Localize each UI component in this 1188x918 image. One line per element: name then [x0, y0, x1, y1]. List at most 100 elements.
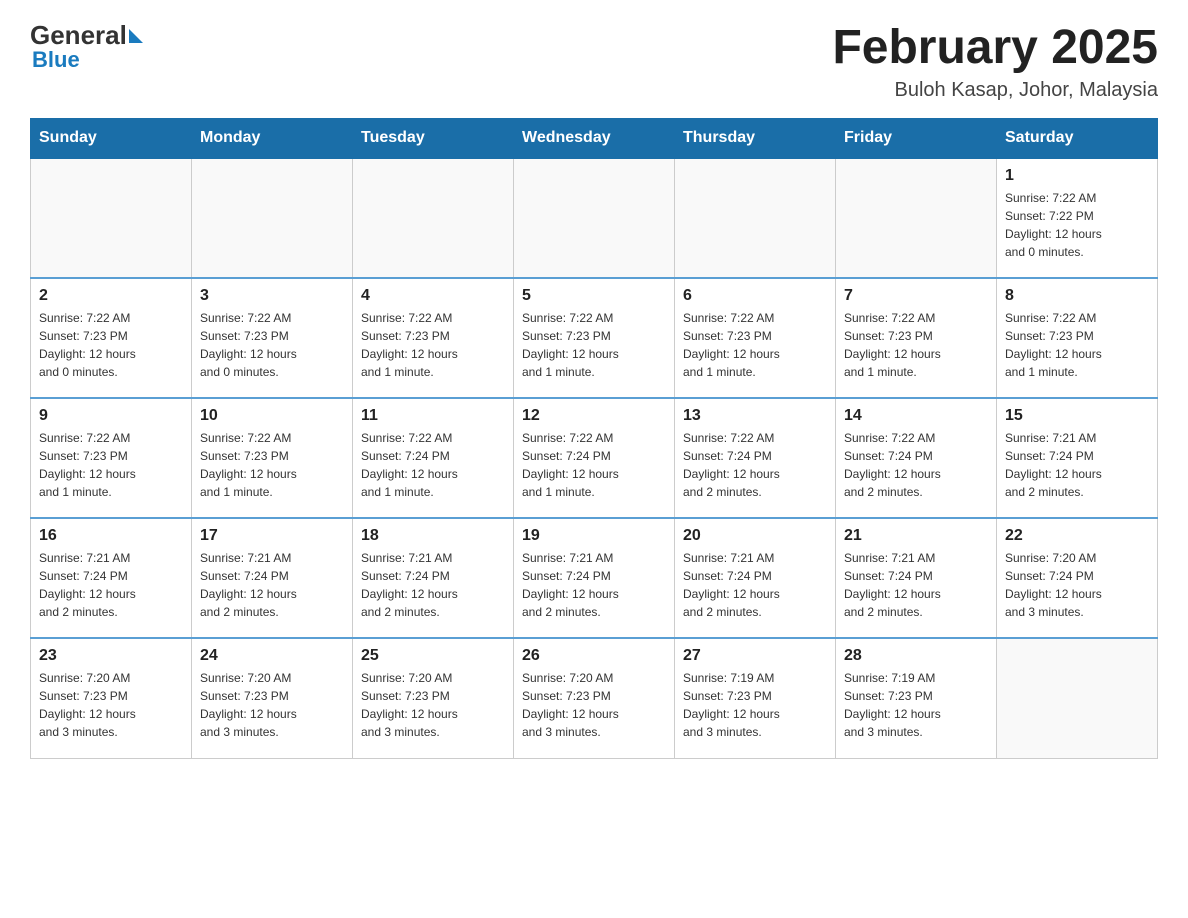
calendar-cell: 24 Sunrise: 7:20 AM Sunset: 7:23 PM Dayli… — [192, 638, 353, 758]
day-info: Sunrise: 7:21 AM Sunset: 7:24 PM Dayligh… — [844, 549, 988, 621]
day-number: 5 — [522, 287, 666, 305]
day-info: Sunrise: 7:21 AM Sunset: 7:24 PM Dayligh… — [361, 549, 505, 621]
calendar-cell: 28 Sunrise: 7:19 AM Sunset: 7:23 PM Dayli… — [836, 638, 997, 758]
day-number: 4 — [361, 287, 505, 305]
calendar-week-4: 16 Sunrise: 7:21 AM Sunset: 7:24 PM Dayli… — [31, 518, 1158, 638]
calendar-cell: 26 Sunrise: 7:20 AM Sunset: 7:23 PM Dayli… — [514, 638, 675, 758]
calendar-cell: 19 Sunrise: 7:21 AM Sunset: 7:24 PM Dayli… — [514, 518, 675, 638]
day-info: Sunrise: 7:22 AM Sunset: 7:23 PM Dayligh… — [200, 309, 344, 381]
day-info: Sunrise: 7:19 AM Sunset: 7:23 PM Dayligh… — [844, 669, 988, 741]
weekday-header-saturday: Saturday — [997, 119, 1158, 159]
day-number: 25 — [361, 647, 505, 665]
day-info: Sunrise: 7:22 AM Sunset: 7:23 PM Dayligh… — [39, 429, 183, 501]
day-number: 24 — [200, 647, 344, 665]
day-info: Sunrise: 7:20 AM Sunset: 7:23 PM Dayligh… — [39, 669, 183, 741]
day-info: Sunrise: 7:21 AM Sunset: 7:24 PM Dayligh… — [200, 549, 344, 621]
day-number: 9 — [39, 407, 183, 425]
calendar-cell — [31, 158, 192, 278]
day-number: 20 — [683, 527, 827, 545]
day-info: Sunrise: 7:22 AM Sunset: 7:23 PM Dayligh… — [683, 309, 827, 381]
day-info: Sunrise: 7:20 AM Sunset: 7:23 PM Dayligh… — [200, 669, 344, 741]
calendar-week-5: 23 Sunrise: 7:20 AM Sunset: 7:23 PM Dayli… — [31, 638, 1158, 758]
header: General Blue February 2025 Buloh Kasap, … — [30, 20, 1158, 102]
calendar-cell: 10Sunrise: 7:22 AM Sunset: 7:23 PM Dayli… — [192, 398, 353, 518]
day-info: Sunrise: 7:22 AM Sunset: 7:22 PM Dayligh… — [1005, 189, 1149, 261]
day-number: 22 — [1005, 527, 1149, 545]
calendar-cell: 1 Sunrise: 7:22 AM Sunset: 7:22 PM Daylig… — [997, 158, 1158, 278]
calendar-cell: 23 Sunrise: 7:20 AM Sunset: 7:23 PM Dayli… — [31, 638, 192, 758]
calendar-cell: 7Sunrise: 7:22 AM Sunset: 7:23 PM Daylig… — [836, 278, 997, 398]
logo-blue: Blue — [30, 47, 80, 73]
calendar-cell: 8Sunrise: 7:22 AM Sunset: 7:23 PM Daylig… — [997, 278, 1158, 398]
day-number: 12 — [522, 407, 666, 425]
day-number: 10 — [200, 407, 344, 425]
day-number: 28 — [844, 647, 988, 665]
day-number: 1 — [1005, 167, 1149, 185]
calendar-cell: 27 Sunrise: 7:19 AM Sunset: 7:23 PM Dayli… — [675, 638, 836, 758]
day-number: 11 — [361, 407, 505, 425]
title-area: February 2025 Buloh Kasap, Johor, Malays… — [832, 20, 1158, 102]
day-info: Sunrise: 7:21 AM Sunset: 7:24 PM Dayligh… — [522, 549, 666, 621]
calendar-week-1: 1 Sunrise: 7:22 AM Sunset: 7:22 PM Daylig… — [31, 158, 1158, 278]
calendar-subtitle: Buloh Kasap, Johor, Malaysia — [832, 79, 1158, 102]
day-info: Sunrise: 7:22 AM Sunset: 7:24 PM Dayligh… — [522, 429, 666, 501]
day-info: Sunrise: 7:19 AM Sunset: 7:23 PM Dayligh… — [683, 669, 827, 741]
weekday-header-monday: Monday — [192, 119, 353, 159]
calendar-cell: 14 Sunrise: 7:22 AM Sunset: 7:24 PM Dayli… — [836, 398, 997, 518]
calendar-cell: 21 Sunrise: 7:21 AM Sunset: 7:24 PM Dayli… — [836, 518, 997, 638]
calendar-table: SundayMondayTuesdayWednesdayThursdayFrid… — [30, 118, 1158, 759]
day-number: 17 — [200, 527, 344, 545]
calendar-cell: 15Sunrise: 7:21 AM Sunset: 7:24 PM Dayli… — [997, 398, 1158, 518]
calendar-cell — [997, 638, 1158, 758]
calendar-cell: 18 Sunrise: 7:21 AM Sunset: 7:24 PM Dayli… — [353, 518, 514, 638]
day-info: Sunrise: 7:22 AM Sunset: 7:24 PM Dayligh… — [683, 429, 827, 501]
day-info: Sunrise: 7:22 AM Sunset: 7:23 PM Dayligh… — [361, 309, 505, 381]
calendar-week-2: 2 Sunrise: 7:22 AM Sunset: 7:23 PM Daylig… — [31, 278, 1158, 398]
calendar-cell — [675, 158, 836, 278]
day-info: Sunrise: 7:20 AM Sunset: 7:23 PM Dayligh… — [361, 669, 505, 741]
calendar-cell: 3Sunrise: 7:22 AM Sunset: 7:23 PM Daylig… — [192, 278, 353, 398]
logo: General Blue — [30, 20, 145, 73]
day-number: 16 — [39, 527, 183, 545]
day-info: Sunrise: 7:21 AM Sunset: 7:24 PM Dayligh… — [1005, 429, 1149, 501]
calendar-cell: 22 Sunrise: 7:20 AM Sunset: 7:24 PM Dayli… — [997, 518, 1158, 638]
day-number: 19 — [522, 527, 666, 545]
weekday-header-thursday: Thursday — [675, 119, 836, 159]
day-info: Sunrise: 7:22 AM Sunset: 7:24 PM Dayligh… — [361, 429, 505, 501]
day-number: 13 — [683, 407, 827, 425]
day-info: Sunrise: 7:21 AM Sunset: 7:24 PM Dayligh… — [39, 549, 183, 621]
day-number: 14 — [844, 407, 988, 425]
day-info: Sunrise: 7:21 AM Sunset: 7:24 PM Dayligh… — [683, 549, 827, 621]
calendar-cell: 20 Sunrise: 7:21 AM Sunset: 7:24 PM Dayli… — [675, 518, 836, 638]
day-info: Sunrise: 7:22 AM Sunset: 7:24 PM Dayligh… — [844, 429, 988, 501]
calendar-cell: 13 Sunrise: 7:22 AM Sunset: 7:24 PM Dayli… — [675, 398, 836, 518]
weekday-header-wednesday: Wednesday — [514, 119, 675, 159]
calendar-cell: 2 Sunrise: 7:22 AM Sunset: 7:23 PM Daylig… — [31, 278, 192, 398]
calendar-cell — [192, 158, 353, 278]
day-number: 2 — [39, 287, 183, 305]
calendar-cell: 25 Sunrise: 7:20 AM Sunset: 7:23 PM Dayli… — [353, 638, 514, 758]
calendar-cell: 4 Sunrise: 7:22 AM Sunset: 7:23 PM Daylig… — [353, 278, 514, 398]
day-number: 21 — [844, 527, 988, 545]
day-info: Sunrise: 7:22 AM Sunset: 7:23 PM Dayligh… — [844, 309, 988, 381]
calendar-cell — [836, 158, 997, 278]
day-number: 18 — [361, 527, 505, 545]
day-info: Sunrise: 7:22 AM Sunset: 7:23 PM Dayligh… — [39, 309, 183, 381]
day-info: Sunrise: 7:20 AM Sunset: 7:23 PM Dayligh… — [522, 669, 666, 741]
weekday-header-tuesday: Tuesday — [353, 119, 514, 159]
calendar-cell — [353, 158, 514, 278]
day-number: 23 — [39, 647, 183, 665]
calendar-title: February 2025 — [832, 20, 1158, 75]
calendar-cell: 6 Sunrise: 7:22 AM Sunset: 7:23 PM Daylig… — [675, 278, 836, 398]
day-info: Sunrise: 7:22 AM Sunset: 7:23 PM Dayligh… — [522, 309, 666, 381]
weekday-header-row: SundayMondayTuesdayWednesdayThursdayFrid… — [31, 119, 1158, 159]
logo-triangle-icon — [129, 29, 143, 43]
weekday-header-sunday: Sunday — [31, 119, 192, 159]
day-number: 27 — [683, 647, 827, 665]
day-info: Sunrise: 7:20 AM Sunset: 7:24 PM Dayligh… — [1005, 549, 1149, 621]
day-number: 6 — [683, 287, 827, 305]
day-number: 8 — [1005, 287, 1149, 305]
day-number: 26 — [522, 647, 666, 665]
calendar-cell: 17 Sunrise: 7:21 AM Sunset: 7:24 PM Dayli… — [192, 518, 353, 638]
calendar-cell: 12 Sunrise: 7:22 AM Sunset: 7:24 PM Dayli… — [514, 398, 675, 518]
